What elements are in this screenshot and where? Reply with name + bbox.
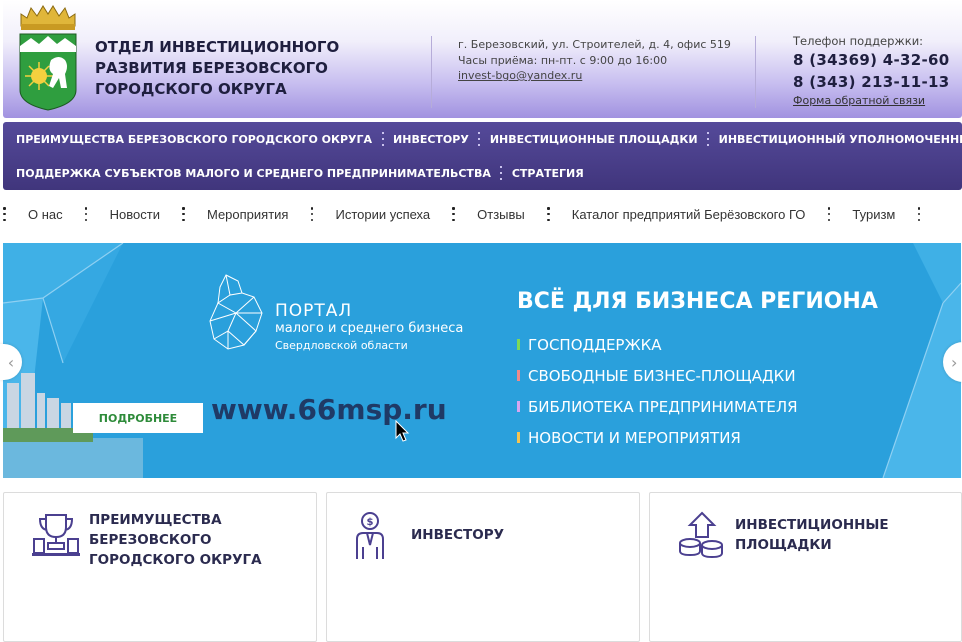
support-phones: Телефон поддержки: 8 (34369) 4-32-60 8 (… xyxy=(793,34,950,109)
subnav-item-about[interactable]: О нас xyxy=(28,207,63,222)
coat-of-arms-logo[interactable] xyxy=(17,4,79,112)
portal-url[interactable]: www.66msp.ru xyxy=(211,393,447,426)
banner-bullet: НОВОСТИ И МЕРОПРИЯТИЯ xyxy=(517,422,798,453)
bullet-marker xyxy=(517,401,520,412)
banner-bullet-list: ГОСПОДДЕРЖКА СВОБОДНЫЕ БИЗНЕС-ПЛОЩАДКИ Б… xyxy=(517,329,798,453)
subnav-item-events[interactable]: Мероприятия xyxy=(207,207,289,222)
nav-separator xyxy=(182,207,185,221)
nav-item-investor[interactable]: ИНВЕСТОРУ xyxy=(393,133,469,146)
main-nav-row-2: ПОДДЕРЖКА СУБЪЕКТОВ МАЛОГО И СРЕДНЕГО ПР… xyxy=(16,163,584,183)
coins-growth-icon xyxy=(679,511,723,559)
card-title: ИНВЕСТОРУ xyxy=(411,527,505,543)
bullet-text: ГОСПОДДЕРЖКА xyxy=(528,335,662,354)
email-link[interactable]: invest-bgo@yandex.ru xyxy=(458,69,582,82)
promo-banner[interactable]: ПОРТАЛ малого и среднего бизнеса Свердло… xyxy=(3,243,961,478)
bullet-text: СВОБОДНЫЕ БИЗНЕС-ПЛОЩАДКИ xyxy=(528,366,796,385)
nav-separator xyxy=(500,166,503,180)
phone-number-2[interactable]: 8 (343) 213-11-13 xyxy=(793,71,950,93)
nav-separator xyxy=(917,207,921,221)
subnav-item-success-stories[interactable]: Истории успеха xyxy=(335,207,430,222)
nav-item-ombudsman[interactable]: ИНВЕСТИЦИОННЫЙ УПОЛНОМОЧЕННЫЙ xyxy=(719,133,962,146)
site-header: ОТДЕЛ ИНВЕСТИЦИОННОГО РАЗВИТИЯ БЕРЕЗОВСК… xyxy=(3,0,962,118)
nav-item-strategy[interactable]: СТРАТЕГИЯ xyxy=(512,167,584,180)
banner-background xyxy=(3,243,961,478)
banner-bullet: ГОСПОДДЕРЖКА xyxy=(517,329,798,360)
nav-separator xyxy=(827,207,831,221)
nav-separator xyxy=(478,132,481,146)
bullet-marker xyxy=(517,339,520,350)
nav-separator xyxy=(707,132,710,146)
nav-separator xyxy=(84,207,88,221)
subnav-item-reviews[interactable]: Отзывы xyxy=(477,207,525,222)
card-advantages[interactable]: ПРЕИМУЩЕСТВА БЕРЕЗОВСКОГО ГОРОДСКОГО ОКР… xyxy=(3,492,317,642)
nav-item-sme-support[interactable]: ПОДДЕРЖКА СУБЪЕКТОВ МАЛОГО И СРЕДНЕГО ПР… xyxy=(16,167,491,180)
card-title: ПРЕИМУЩЕСТВА БЕРЕЗОВСКОГО ГОРОДСКОГО ОКР… xyxy=(89,512,262,568)
bullet-text: БИБЛИОТЕКА ПРЕДПРИНИМАТЕЛЯ xyxy=(528,397,798,416)
more-details-button[interactable]: ПОДРОБНЕЕ xyxy=(73,403,203,433)
nav-separator xyxy=(3,207,6,221)
address-text: г. Березовский, ул. Строителей, д. 4, оф… xyxy=(458,38,731,51)
portal-title: ПОРТАЛ xyxy=(275,301,353,321)
banner-headline: ВСЁ ДЛЯ БИЗНЕСА РЕГИОНА xyxy=(517,289,878,314)
mouse-cursor-icon xyxy=(395,420,410,442)
nav-separator xyxy=(310,207,314,221)
card-investment-sites[interactable]: ИНВЕСТИЦИОННЫЕ ПЛОЩАДКИ xyxy=(649,492,962,642)
subnav-item-catalog[interactable]: Каталог предприятий Берёзовского ГО xyxy=(572,207,806,222)
bullet-marker xyxy=(517,370,520,381)
header-divider xyxy=(431,36,432,108)
subnav-item-tourism[interactable]: Туризм xyxy=(852,207,895,222)
investor-icon: $ xyxy=(356,512,384,559)
card-investor[interactable]: $ ИНВЕСТОРУ xyxy=(326,492,640,642)
card-title: ИНВЕСТИЦИОННЫЕ ПЛОЩАДКИ xyxy=(735,517,889,553)
contact-info: г. Березовский, ул. Строителей, д. 4, оф… xyxy=(458,37,731,84)
bullet-marker xyxy=(517,432,520,443)
nav-item-advantages[interactable]: ПРЕИМУЩЕСТВА БЕРЕЗОВСКОГО ГОРОДСКОГО ОКР… xyxy=(16,133,372,146)
banner-bullet: БИБЛИОТЕКА ПРЕДПРИНИМАТЕЛЯ xyxy=(517,391,798,422)
bullet-text: НОВОСТИ И МЕРОПРИЯТИЯ xyxy=(528,428,741,447)
phone-number-1[interactable]: 8 (34369) 4-32-60 xyxy=(793,49,950,71)
phone-label: Телефон поддержки: xyxy=(793,34,924,48)
nav-separator xyxy=(381,132,384,146)
nav-separator xyxy=(452,207,455,221)
header-divider xyxy=(755,36,756,108)
sverdlovsk-region-map-icon xyxy=(209,274,263,350)
portal-subtitle: малого и среднего бизнеса xyxy=(275,321,464,336)
org-title: ОТДЕЛ ИНВЕСТИЦИОННОГО РАЗВИТИЯ БЕРЕЗОВСК… xyxy=(95,38,340,98)
nav-item-investment-sites[interactable]: ИНВЕСТИЦИОННЫЕ ПЛОЩАДКИ xyxy=(490,133,698,146)
banner-bullet: СВОБОДНЫЕ БИЗНЕС-ПЛОЩАДКИ xyxy=(517,360,798,391)
nav-separator xyxy=(547,207,550,221)
office-hours-text: Часы приёма: пн-пт. с 9:00 до 16:00 xyxy=(458,53,668,67)
portal-region: Свердловской области xyxy=(275,339,408,352)
main-nav-row-1: ПРЕИМУЩЕСТВА БЕРЕЗОВСКОГО ГОРОДСКОГО ОКР… xyxy=(16,129,962,149)
feedback-form-link[interactable]: Форма обратной связи xyxy=(793,93,950,109)
subnav-item-news[interactable]: Новости xyxy=(110,207,160,222)
secondary-navigation: О нас Новости Мероприятия Истории успеха… xyxy=(3,205,958,223)
main-navigation: ПРЕИМУЩЕСТВА БЕРЕЗОВСКОГО ГОРОДСКОГО ОКР… xyxy=(3,122,962,190)
trophy-icon xyxy=(32,514,80,556)
svg-text:$: $ xyxy=(367,517,374,528)
